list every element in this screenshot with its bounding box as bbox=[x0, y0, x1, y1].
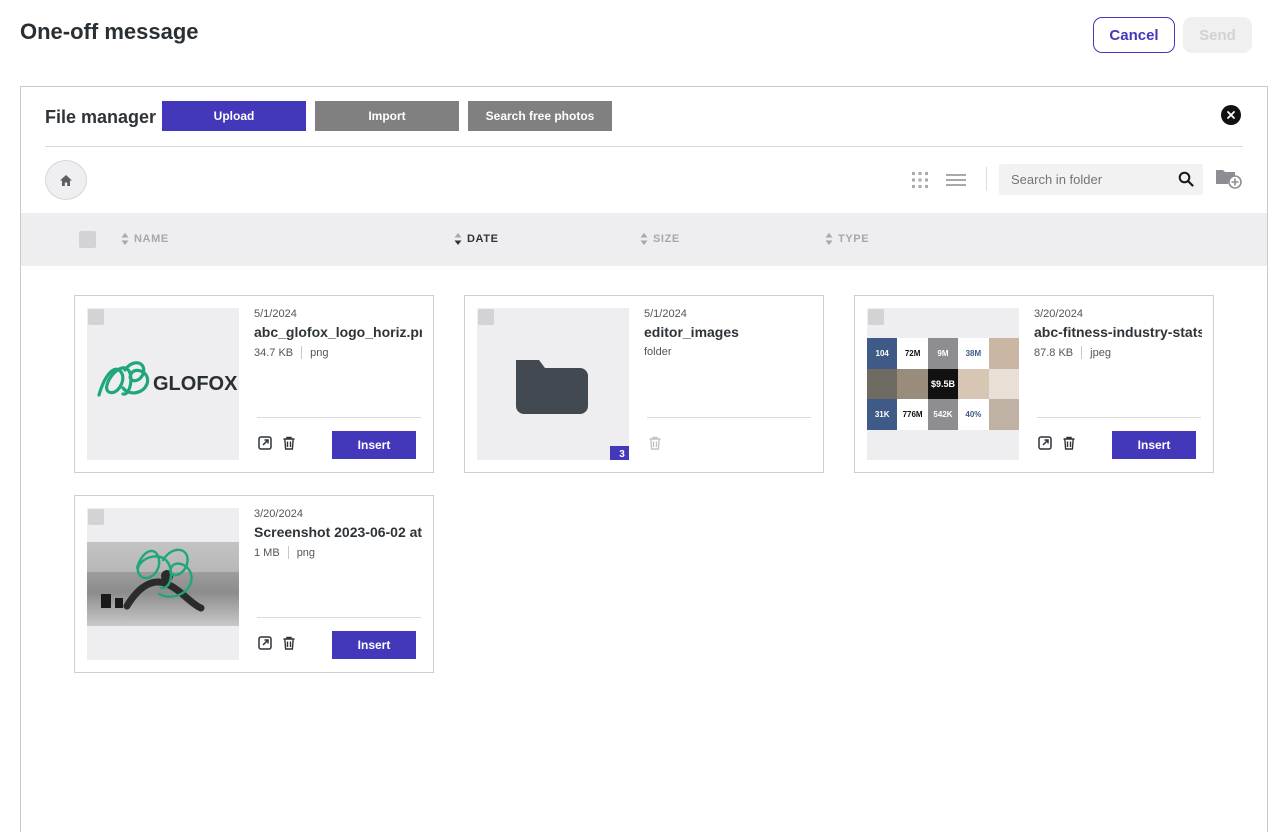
file-card[interactable]: GLOFOX 5/1/2024 abc_glofox_logo_horiz.pn… bbox=[74, 295, 434, 473]
trash-icon[interactable] bbox=[1061, 435, 1077, 451]
file-size: 34.7 KB bbox=[254, 346, 294, 359]
column-size[interactable]: SIZE bbox=[640, 232, 680, 246]
file-card[interactable]: 104 72M 9M 38M $9.5B 31K 776M 542K 40% 3… bbox=[854, 295, 1214, 473]
stat-cell: $9.5B bbox=[927, 368, 959, 400]
folder-checkbox[interactable] bbox=[478, 309, 494, 325]
search-free-photos-button[interactable]: Search free photos bbox=[468, 101, 612, 131]
trash-icon[interactable] bbox=[281, 635, 297, 651]
photo-cell bbox=[897, 368, 928, 400]
column-name-label: NAME bbox=[134, 233, 169, 245]
logo-text: GLOFOX bbox=[153, 373, 238, 395]
home-button[interactable] bbox=[45, 160, 87, 200]
cancel-button[interactable]: Cancel bbox=[1093, 17, 1175, 53]
stat-cell: 72M bbox=[897, 338, 928, 369]
file-type: png bbox=[310, 346, 329, 359]
file-size: 87.8 KB bbox=[1034, 346, 1074, 359]
select-all-checkbox[interactable] bbox=[79, 231, 96, 248]
column-date[interactable]: DATE bbox=[454, 232, 499, 246]
file-date: 3/20/2024 bbox=[254, 508, 303, 520]
glofox-logo: GLOFOX bbox=[97, 361, 238, 397]
file-checkbox[interactable] bbox=[88, 309, 104, 325]
file-meta: 34.7 KB png bbox=[254, 346, 329, 359]
column-date-label: DATE bbox=[467, 233, 499, 245]
insert-button[interactable]: Insert bbox=[1112, 431, 1196, 459]
sort-icon bbox=[121, 233, 129, 245]
file-date: 5/1/2024 bbox=[254, 308, 297, 320]
home-icon bbox=[60, 174, 72, 186]
folder-card[interactable]: 3 5/1/2024 editor_images folder bbox=[464, 295, 824, 473]
file-thumbnail[interactable]: GLOFOX bbox=[87, 308, 239, 460]
send-button[interactable]: Send bbox=[1183, 17, 1252, 53]
import-button[interactable]: Import bbox=[315, 101, 459, 131]
file-checkbox[interactable] bbox=[868, 309, 884, 325]
file-date: 3/20/2024 bbox=[1034, 308, 1083, 320]
search-icon[interactable] bbox=[1178, 171, 1194, 187]
file-meta: 1 MB png bbox=[254, 546, 315, 559]
infographic-image: 104 72M 9M 38M $9.5B 31K 776M 542K 40% bbox=[867, 338, 1019, 430]
file-meta: 87.8 KB jpeg bbox=[1034, 346, 1111, 359]
close-icon[interactable] bbox=[1221, 105, 1241, 125]
grid-view-icon[interactable] bbox=[911, 171, 929, 189]
folder-name: editor_images bbox=[644, 324, 739, 340]
new-folder-icon[interactable] bbox=[1215, 166, 1243, 190]
item-count-badge: 3 bbox=[610, 446, 629, 460]
file-type: png bbox=[296, 546, 316, 559]
stat-cell: 542K bbox=[927, 399, 959, 430]
photo-cell bbox=[988, 399, 1019, 430]
photo-cell bbox=[988, 368, 1019, 400]
trash-icon[interactable] bbox=[281, 435, 297, 451]
stat-cell: 40% bbox=[958, 399, 989, 430]
folder-icon bbox=[516, 360, 588, 414]
sort-icon bbox=[825, 233, 833, 245]
sort-desc-icon bbox=[454, 233, 462, 245]
folder-date: 5/1/2024 bbox=[644, 308, 687, 320]
file-type: jpeg bbox=[1090, 346, 1111, 359]
divider bbox=[45, 146, 1243, 147]
fitness-photo bbox=[87, 542, 239, 626]
file-thumbnail[interactable]: 104 72M 9M 38M $9.5B 31K 776M 542K 40% bbox=[867, 308, 1019, 460]
stat-cell: 776M bbox=[897, 399, 928, 430]
open-external-icon[interactable] bbox=[1037, 435, 1053, 451]
insert-button[interactable]: Insert bbox=[332, 431, 416, 459]
stat-cell: 104 bbox=[867, 338, 898, 369]
stat-cell: 9M bbox=[927, 338, 959, 369]
column-type[interactable]: TYPE bbox=[825, 232, 869, 246]
stat-cell: 38M bbox=[958, 338, 989, 369]
file-name: abc_glofox_logo_horiz.png bbox=[254, 324, 422, 340]
column-name[interactable]: NAME bbox=[121, 232, 169, 246]
photo-cell bbox=[867, 368, 898, 400]
file-manager-title: File manager bbox=[45, 107, 157, 127]
sort-icon bbox=[640, 233, 648, 245]
photo-cell bbox=[988, 338, 1019, 369]
column-size-label: SIZE bbox=[653, 233, 680, 245]
file-name: abc-fitness-industry-stats.jpeg bbox=[1034, 324, 1202, 340]
file-checkbox[interactable] bbox=[88, 509, 104, 525]
column-header-bar: NAME DATE SIZE TYPE bbox=[21, 213, 1267, 266]
search-box bbox=[999, 164, 1203, 195]
insert-button[interactable]: Insert bbox=[332, 631, 416, 659]
file-size: 1 MB bbox=[254, 546, 280, 559]
page-title: One-off message bbox=[20, 19, 199, 44]
file-name: Screenshot 2023-06-02 at bbox=[254, 524, 422, 540]
open-external-icon[interactable] bbox=[257, 635, 273, 651]
search-input[interactable] bbox=[999, 164, 1169, 195]
column-type-label: TYPE bbox=[838, 233, 870, 245]
toolbar-separator bbox=[986, 167, 987, 191]
photo-cell bbox=[958, 368, 989, 400]
trash-icon[interactable] bbox=[647, 435, 663, 451]
list-view-icon[interactable] bbox=[945, 171, 967, 189]
folder-meta: folder bbox=[644, 346, 672, 358]
stat-cell: 31K bbox=[867, 399, 898, 430]
file-thumbnail[interactable] bbox=[87, 508, 239, 660]
upload-button[interactable]: Upload bbox=[162, 101, 306, 131]
folder-type: folder bbox=[644, 346, 672, 358]
file-manager-panel: File manager Upload Import Search free p… bbox=[20, 86, 1268, 832]
file-card[interactable]: 3/20/2024 Screenshot 2023-06-02 at 1 MB … bbox=[74, 495, 434, 673]
folder-thumbnail[interactable]: 3 bbox=[477, 308, 629, 460]
open-external-icon[interactable] bbox=[257, 435, 273, 451]
